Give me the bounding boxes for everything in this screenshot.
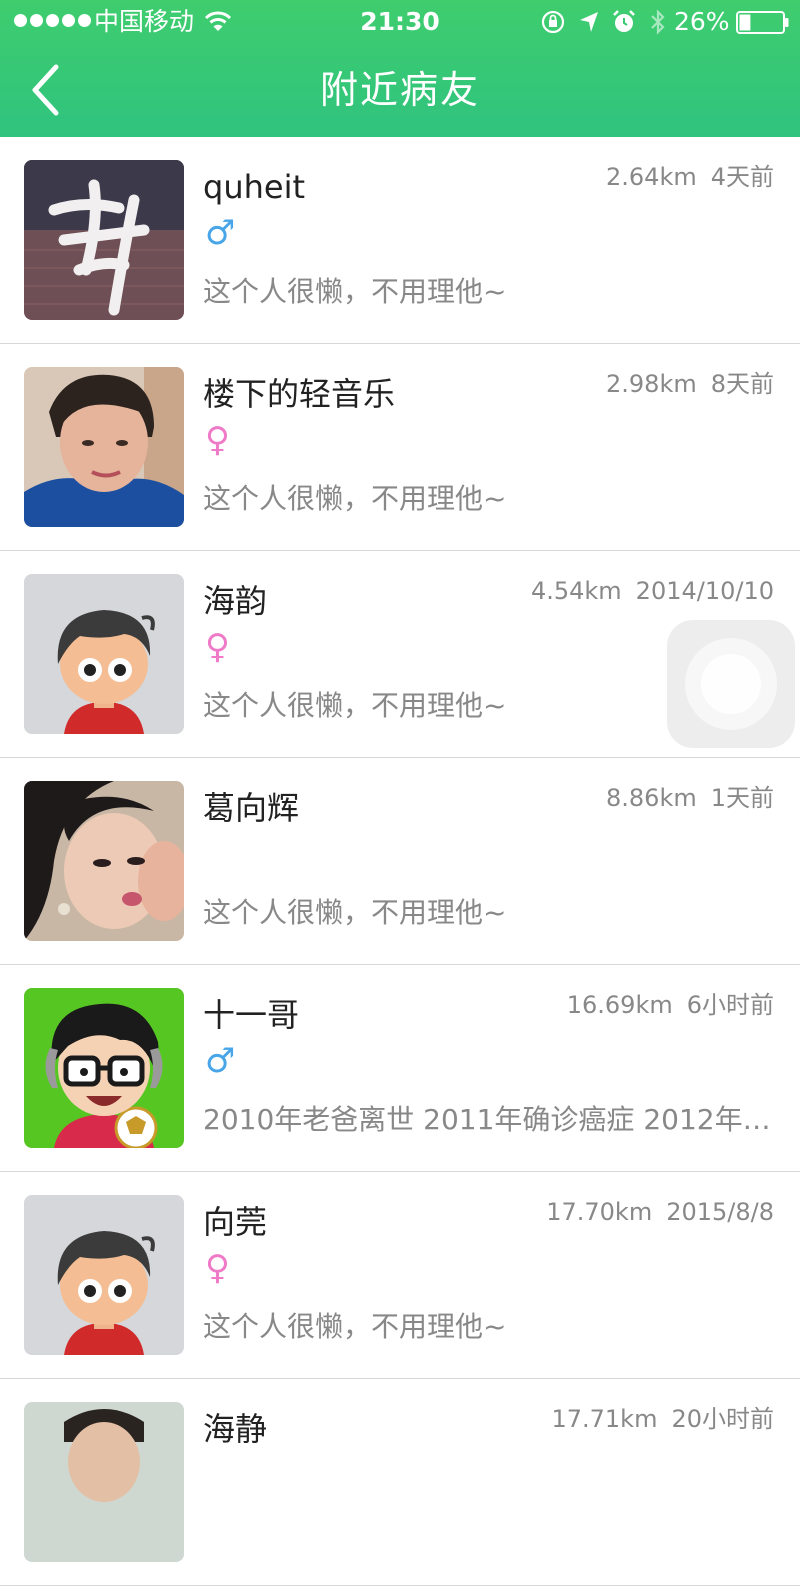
user-distance: 8.86km [606,784,697,812]
nav-bar: 附近病友 [0,44,800,137]
user-list-item[interactable]: 楼下的轻音乐 ♀ 2.98km 8天前 这个人很懒，不用理他~ [0,344,800,551]
user-avatar [24,367,184,527]
default-cartoon-avatar-image [24,574,184,734]
user-signature: 这个人很懒，不用理他~ [203,482,507,515]
assistive-touch-button[interactable] [667,620,795,748]
user-meta: 17.70km 2015/8/8 [546,1193,774,1231]
photo-avatar-image [24,781,184,941]
photo-avatar-image [24,367,184,527]
user-meta: 8.86km 1天前 [606,779,774,817]
user-name: 向莞 [203,1203,268,1241]
user-distance: 16.69km [566,991,673,1019]
user-avatar [24,781,184,941]
user-avatar [24,1402,184,1562]
last-active-time: 20小时前 [671,1405,774,1433]
user-avatar [24,988,184,1148]
last-active-time: 2015/8/8 [666,1198,774,1226]
user-list-item[interactable]: 葛向辉 8.86km 1天前 这个人很懒，不用理他~ [0,758,800,965]
user-distance: 2.98km [606,370,697,398]
user-name: 楼下的轻音乐 [203,375,396,413]
user-avatar [24,574,184,734]
male-gender-icon: ♂ [205,213,236,253]
female-gender-icon: ♀ [205,420,230,460]
user-meta: 17.71km 20小时前 [551,1400,774,1438]
user-name: 十一哥 [203,996,300,1034]
user-list-item[interactable]: 海静 17.71km 20小时前 [0,1379,800,1586]
last-active-time: 1天前 [710,784,774,812]
user-signature: 这个人很懒，不用理他~ [203,275,507,308]
user-name: 葛向辉 [203,789,300,827]
photo-avatar-image [24,1402,184,1562]
user-distance: 4.54km [530,577,622,605]
user-meta: 2.98km 8天前 [606,365,774,403]
user-avatar [24,1195,184,1355]
page-title: 附近病友 [319,68,480,112]
user-list-item[interactable]: 十一哥 ♂ 16.69km 6小时前 2010年老爸离世 2011年确诊癌症 20… [0,965,800,1172]
user-meta: 2.64km 4天前 [606,158,774,196]
user-distance: 2.64km [606,163,697,191]
user-list-item[interactable]: 向莞 ♀ 17.70km 2015/8/8 这个人很懒，不用理他~ [0,1172,800,1379]
default-cartoon-avatar-image [24,1195,184,1355]
user-list-item[interactable]: quheit ♂ 2.64km 4天前 这个人很懒，不用理他~ [0,137,800,344]
cartoon-glasses-avatar-image [24,988,184,1148]
top-bar: 中国移动 21:30 26% 附近病友 [0,0,800,137]
last-active-time: 2014/10/10 [635,577,774,605]
alarm-icon [613,10,635,32]
user-meta: 16.69km 6小时前 [567,986,774,1024]
last-active-time: 4天前 [710,163,774,191]
female-gender-icon: ♀ [205,627,230,667]
user-distance: 17.70km [546,1198,653,1226]
user-meta: 4.54km 2014/10/10 [531,572,774,610]
user-avatar [24,160,184,320]
user-signature: 这个人很懒，不用理他~ [203,896,507,929]
user-name: quheit [203,168,305,206]
user-name: 海静 [203,1410,268,1448]
status-bar: 中国移动 21:30 26% [0,0,800,44]
battery-percent: 26% [674,7,730,36]
user-signature: 这个人很懒，不用理他~ [203,1310,507,1343]
last-active-time: 6小时前 [686,991,774,1019]
user-signature: 2010年老爸离世 2011年确诊癌症 2012年… [203,1103,771,1136]
battery-icon [736,11,789,34]
calligraphy-avatar-image [24,160,184,320]
bluetooth-icon [651,9,665,35]
location-icon [580,12,598,32]
nearby-user-list: quheit ♂ 2.64km 4天前 这个人很懒，不用理他~ 楼下的轻音乐 ♀ … [0,137,800,1586]
status-icons [540,8,668,36]
user-name: 海韵 [203,582,268,620]
orientation-lock-icon [541,10,565,34]
male-gender-icon: ♂ [205,1041,236,1081]
female-gender-icon: ♀ [205,1248,230,1288]
user-distance: 17.71km [551,1405,658,1433]
last-active-time: 8天前 [710,370,774,398]
